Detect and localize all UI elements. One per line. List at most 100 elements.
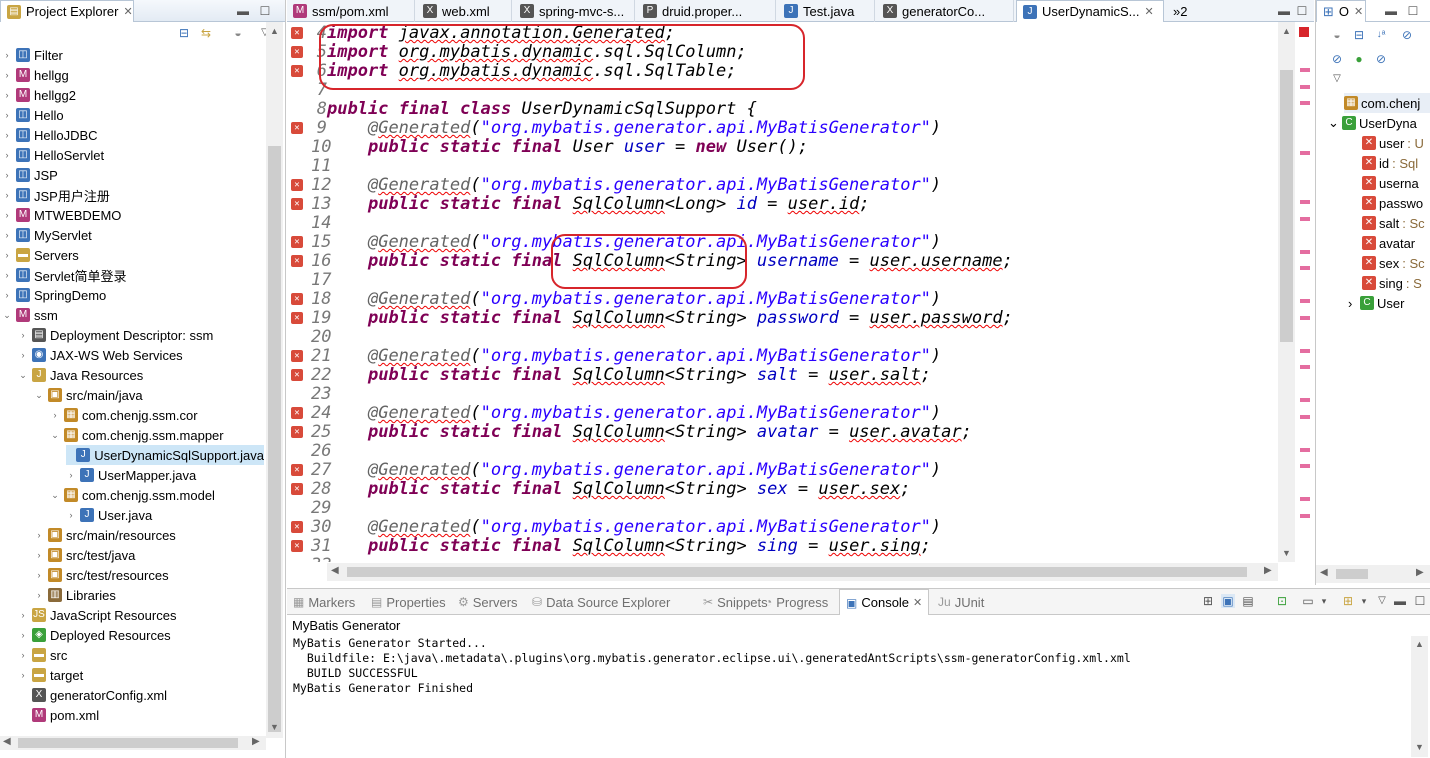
error-ruler-marker[interactable]: [1300, 200, 1310, 204]
error-marker-icon[interactable]: ✕: [291, 293, 303, 305]
error-marker-icon[interactable]: ✕: [291, 426, 303, 438]
pin-console-icon[interactable]: ⊡: [1275, 594, 1289, 608]
tree-item[interactable]: › ▤ Deployment Descriptor: ssm: [18, 325, 214, 345]
editor-tab[interactable]: Xspring-mvc-s...: [514, 0, 635, 22]
expand-arrow-icon[interactable]: ⌄: [2, 310, 12, 321]
tree-item[interactable]: › ▬ src: [18, 645, 68, 665]
code-line[interactable]: 8 public final class UserDynamicSqlSuppor…: [287, 100, 1287, 119]
focus-icon[interactable]: ◒: [1330, 28, 1344, 42]
editor-scroll-thumb[interactable]: [1280, 70, 1293, 342]
error-ruler-marker[interactable]: [1300, 101, 1310, 105]
code-line[interactable]: 23: [287, 385, 1287, 404]
expand-arrow-icon[interactable]: ⌄: [50, 430, 60, 441]
expand-arrow-icon[interactable]: ⌄: [18, 370, 28, 381]
code-line[interactable]: 17: [287, 271, 1287, 290]
tree-item[interactable]: J UserDynamicSqlSupport.java: [66, 445, 264, 465]
code-line[interactable]: ✕ 16 public static final SqlColumn<String…: [287, 252, 1287, 271]
tree-item[interactable]: › ◫ Filter: [2, 45, 63, 65]
tree-item[interactable]: › ▥ Libraries: [34, 585, 116, 605]
minimize-icon[interactable]: ▬: [1393, 594, 1407, 608]
tree-item[interactable]: XgeneratorConfig.xml: [18, 685, 167, 705]
hide-fields-icon[interactable]: ⊘: [1400, 28, 1414, 42]
bottom-tab[interactable]: ▦ Markers: [293, 589, 355, 615]
editor-tab[interactable]: Mssm/pom.xml: [287, 0, 415, 22]
collapse-arrow-icon[interactable]: ›: [18, 330, 28, 340]
error-ruler-marker[interactable]: [1300, 497, 1310, 501]
collapse-arrow-icon[interactable]: ›: [2, 130, 12, 140]
outline-class[interactable]: C UserDyna: [1342, 113, 1430, 133]
tree-item[interactable]: ⌄ ▣ src/main/java: [34, 385, 142, 405]
code-line[interactable]: ✕ 18 @Generated("org.mybatis.generator.ap…: [287, 290, 1287, 309]
error-marker-icon[interactable]: ✕: [291, 65, 303, 77]
editor-hscrollbar[interactable]: ◀ ▶: [327, 563, 1278, 581]
tree-item[interactable]: ⌄ J Java Resources: [18, 365, 143, 385]
close-icon[interactable]: ✕: [123, 5, 132, 18]
editor-tab[interactable]: Xweb.xml: [417, 0, 512, 22]
editor-hscroll-thumb[interactable]: [347, 567, 1247, 577]
tab-outline[interactable]: ⊞ O ✕: [1316, 0, 1366, 22]
collapse-arrow-icon[interactable]: ›: [2, 150, 12, 160]
collapse-arrow-icon[interactable]: ›: [34, 570, 44, 580]
outline-field[interactable]: ✕ userna: [1362, 173, 1430, 193]
console-output[interactable]: MyBatis Generator Started... Buildfile: …: [287, 636, 1410, 756]
outline-field[interactable]: ✕ sing : S: [1362, 273, 1430, 293]
tree-item[interactable]: › ◉ JAX-WS Web Services: [18, 345, 183, 365]
error-ruler-marker[interactable]: [1300, 513, 1310, 518]
minimize-icon[interactable]: ▬: [1384, 4, 1398, 18]
outline-field[interactable]: ✕ salt : Sc: [1362, 213, 1430, 233]
tree-item[interactable]: ⌄ ▦ com.chenjg.ssm.mapper: [50, 425, 223, 445]
collapse-all-icon[interactable]: ⊟: [177, 26, 191, 40]
error-ruler-marker[interactable]: [1300, 216, 1310, 221]
close-icon[interactable]: ✕: [1145, 5, 1154, 18]
error-ruler-marker[interactable]: [1300, 266, 1310, 270]
tree-item[interactable]: › ◫ SpringDemo: [2, 285, 107, 305]
open-console-icon[interactable]: ⊞: [1341, 594, 1355, 608]
project-explorer-hscrollbar[interactable]: ◀ ▶: [0, 736, 266, 750]
hscroll-thumb[interactable]: [18, 738, 238, 748]
code-line[interactable]: 29: [287, 499, 1287, 518]
tree-item[interactable]: › ◫ Servlet简单登录: [2, 265, 126, 285]
tree-item[interactable]: › M MTWEBDEMO: [2, 205, 122, 225]
error-ruler-marker[interactable]: [1300, 249, 1310, 254]
error-ruler-marker[interactable]: [1300, 464, 1310, 468]
error-ruler-marker[interactable]: [1300, 84, 1310, 89]
collapse-arrow-icon[interactable]: ›: [2, 230, 12, 240]
error-marker-icon[interactable]: ✕: [291, 255, 303, 267]
error-ruler-marker[interactable]: [1300, 315, 1310, 320]
chevron-down-icon[interactable]: ▾: [1357, 594, 1371, 608]
collapse-arrow-icon[interactable]: ›: [18, 650, 28, 660]
tree-item[interactable]: › ◫ HelloServlet: [2, 145, 105, 165]
error-marker-icon[interactable]: ✕: [291, 312, 303, 324]
code-line[interactable]: 26: [287, 442, 1287, 461]
hide-nonpublic-icon[interactable]: ⊘: [1374, 52, 1388, 66]
bottom-tab[interactable]: ✂ Snippets: [703, 589, 768, 615]
tree-item[interactable]: › J User.java: [66, 505, 153, 525]
collapse-arrow-icon[interactable]: ›: [2, 290, 12, 300]
code-line[interactable]: ✕ 12 @Generated("org.mybatis.generator.ap…: [287, 176, 1287, 195]
collapse-arrow-icon[interactable]: ›: [2, 70, 12, 80]
code-line[interactable]: 14: [287, 214, 1287, 233]
scroll-down-icon[interactable]: ▼: [270, 722, 279, 732]
collapse-arrow-icon[interactable]: ›: [2, 50, 12, 60]
display-console-icon[interactable]: ▭: [1301, 594, 1315, 608]
tree-item[interactable]: › ▣ src/test/java: [34, 545, 136, 565]
link-with-editor-icon[interactable]: ⇆: [199, 26, 213, 40]
tree-item[interactable]: › ◫ HelloJDBC: [2, 125, 98, 145]
tree-item[interactable]: › J UserMapper.java: [66, 465, 197, 485]
outline-field[interactable]: ✕ passwo: [1362, 193, 1430, 213]
outline-package[interactable]: ▦ com.chenj: [1344, 93, 1430, 113]
outline-field[interactable]: ✕ id : Sql: [1362, 153, 1430, 173]
tree-item[interactable]: › ◫ Hello: [2, 105, 64, 125]
collapse-arrow-icon[interactable]: ›: [2, 90, 12, 100]
collapse-arrow-icon[interactable]: ›: [50, 410, 60, 420]
collapse-arrow-icon[interactable]: ›: [18, 630, 28, 640]
collapse-arrow-icon[interactable]: ›: [18, 670, 28, 680]
collapse-arrow-icon[interactable]: ›: [18, 610, 28, 620]
tree-item[interactable]: ⌄ ▦ com.chenjg.ssm.model: [50, 485, 215, 505]
focus-icon[interactable]: ◒: [231, 26, 245, 40]
code-line[interactable]: 32: [287, 556, 1287, 563]
sort-icon[interactable]: ↓ᵃ: [1374, 28, 1388, 42]
collapse-arrow-icon[interactable]: ›: [2, 270, 12, 280]
error-marker-icon[interactable]: ✕: [291, 198, 303, 210]
code-line[interactable]: ✕ 15 @Generated("org.mybatis.generator.ap…: [287, 233, 1287, 252]
